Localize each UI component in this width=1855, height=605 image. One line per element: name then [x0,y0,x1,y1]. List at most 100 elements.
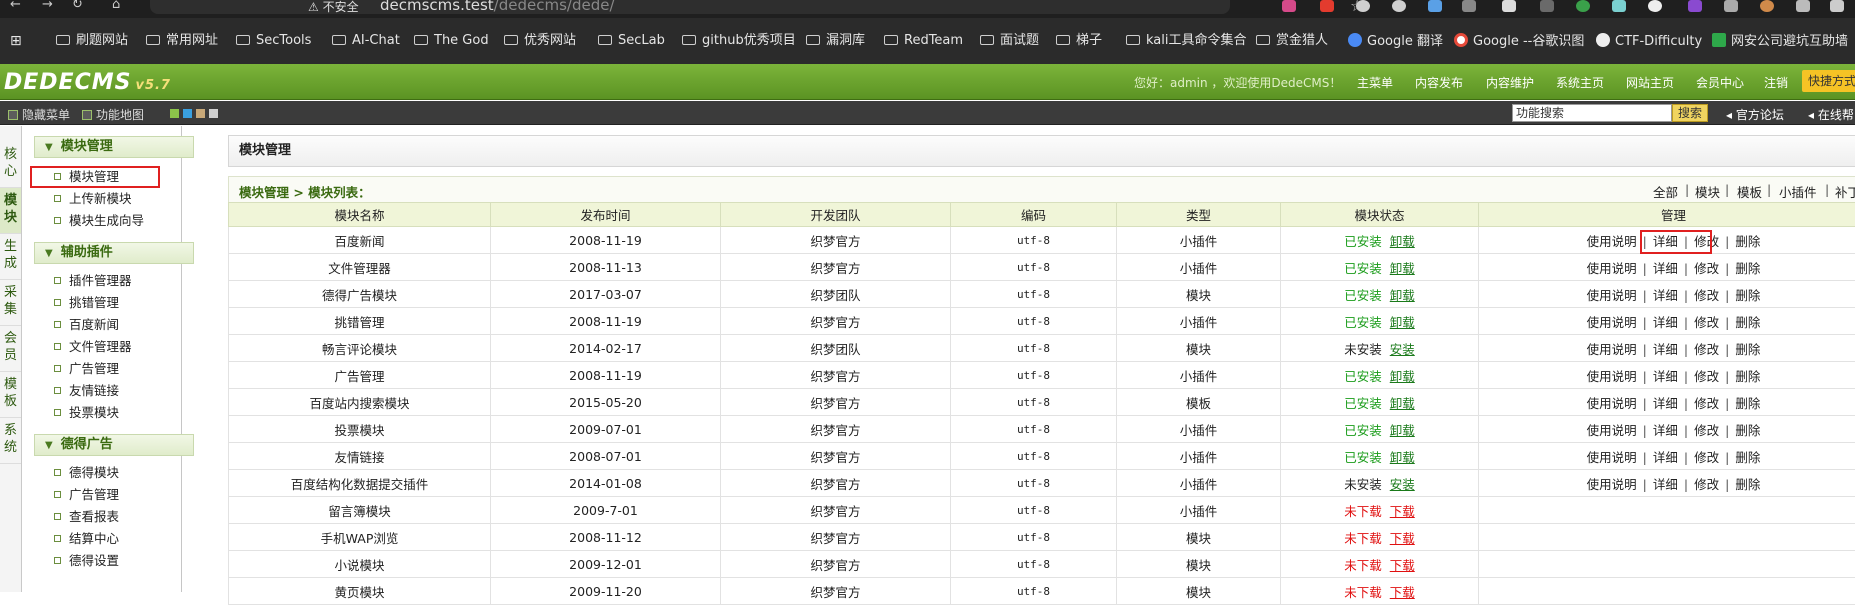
status-action-link[interactable]: 下载 [1390,558,1415,573]
extension-icon[interactable] [1796,0,1810,12]
skin-swatch[interactable] [183,109,192,118]
manage-delete-link[interactable]: 删除 [1735,342,1760,357]
menu-item[interactable]: 德得设置 [54,552,119,570]
menu-item[interactable]: 文件管理器 [54,338,132,356]
filter-plugin[interactable]: 小插件 [1779,182,1817,201]
manage-readme-link[interactable]: 使用说明 [1587,234,1637,249]
bookmark-folder[interactable]: AI-Chat [332,33,400,49]
status-action-link[interactable]: 卸载 [1390,423,1415,438]
manage-edit-link[interactable]: 修改 [1694,477,1719,492]
status-action-link[interactable]: 下载 [1390,504,1415,519]
menu-item-upload-module[interactable]: 上传新模块 [54,190,132,208]
bookmark-link[interactable]: Google --谷歌识图 [1454,33,1584,49]
manage-readme-link[interactable]: 使用说明 [1587,423,1637,438]
manage-readme-link[interactable]: 使用说明 [1587,369,1637,384]
manage-edit-link[interactable]: 修改 [1694,423,1719,438]
status-action-link[interactable]: 卸载 [1390,450,1415,465]
manage-readme-link[interactable]: 使用说明 [1587,450,1637,465]
nav-main-menu[interactable]: 主菜单 [1357,74,1393,91]
site-map-button[interactable]: 功能地图 [82,106,144,123]
manage-readme-link[interactable]: 使用说明 [1587,396,1637,411]
nav-publish[interactable]: 内容发布 [1415,74,1463,91]
apps-grid-icon[interactable]: ⊞ [10,33,22,49]
extension-icon[interactable] [1428,0,1442,12]
nav-member-center[interactable]: 会员中心 [1696,74,1744,91]
manage-delete-link[interactable]: 删除 [1735,450,1760,465]
nav-maintain[interactable]: 内容维护 [1486,74,1534,91]
manage-readme-link[interactable]: 使用说明 [1587,261,1637,276]
status-action-link[interactable]: 卸载 [1390,315,1415,330]
manage-readme-link[interactable]: 使用说明 [1587,288,1637,303]
manage-detail-link[interactable]: 详细 [1653,369,1678,384]
manage-edit-link[interactable]: 修改 [1694,342,1719,357]
extension-icon[interactable] [1356,0,1370,12]
manage-detail-link[interactable]: 详细 [1653,450,1678,465]
extension-icon[interactable] [1612,0,1626,12]
menu-group-title[interactable]: ▼辅助插件 [34,242,194,264]
manage-detail-link[interactable]: 详细 [1653,396,1678,411]
nav-site-home[interactable]: 网站主页 [1626,74,1674,91]
skin-swatch[interactable] [196,109,205,118]
filter-patch[interactable]: 补丁 [1835,182,1855,201]
extension-icon[interactable] [1282,0,1296,12]
status-action-link[interactable]: 卸载 [1390,288,1415,303]
bookmark-folder[interactable]: 优秀网站 [504,33,576,49]
filter-all[interactable]: 全部 [1653,182,1678,201]
bookmark-folder[interactable]: 面试题 [980,33,1039,49]
tab-template[interactable]: 模板 [0,372,21,418]
extension-icon[interactable] [1760,0,1774,12]
tab-generate[interactable]: 生成 [0,234,21,280]
manage-edit-link[interactable]: 修改 [1694,450,1719,465]
menu-item[interactable]: 插件管理器 [54,272,132,290]
manage-readme-link[interactable]: 使用说明 [1587,342,1637,357]
back-icon[interactable]: ← [10,0,21,14]
extension-icon[interactable] [1830,0,1844,12]
bookmark-folder[interactable]: 赏金猎人 [1256,33,1328,49]
status-action-link[interactable]: 卸载 [1390,234,1415,249]
bookmark-folder[interactable]: 刷题网站 [56,33,128,49]
tab-system[interactable]: 系统 [0,418,21,464]
online-help-link[interactable]: ◂ 在线帮 [1808,106,1854,123]
url-field[interactable]: ⚠ 不安全 decmscms.test/dedecms/dede/ ☆ [150,0,1230,14]
manage-edit-link[interactable]: 修改 [1694,261,1719,276]
nav-system-home[interactable]: 系统主页 [1556,74,1604,91]
status-action-link[interactable]: 安装 [1390,477,1415,492]
extension-icon[interactable] [1320,0,1334,12]
bookmark-folder[interactable]: 漏洞库 [806,33,865,49]
bookmark-folder[interactable]: 梯子 [1056,33,1102,49]
filter-template[interactable]: 模板 [1737,182,1762,201]
manage-readme-link[interactable]: 使用说明 [1587,315,1637,330]
bookmark-folder[interactable]: RedTeam [884,33,963,49]
home-icon[interactable]: ⌂ [112,0,120,14]
extension-icon[interactable] [1540,0,1554,12]
extension-icon[interactable] [1502,0,1516,12]
bookmark-folder[interactable]: SecTools [236,33,311,49]
function-search-input[interactable]: 功能搜索 [1512,104,1672,122]
skin-swatch[interactable] [170,109,179,118]
menu-item[interactable]: 百度新闻 [54,316,119,334]
manage-delete-link[interactable]: 删除 [1735,315,1760,330]
status-action-link[interactable]: 下载 [1390,531,1415,546]
refresh-icon[interactable]: ↻ [72,0,83,14]
manage-delete-link[interactable]: 删除 [1735,234,1760,249]
bookmark-folder[interactable]: kali工具命令集合 [1126,33,1247,49]
manage-edit-link[interactable]: 修改 [1694,288,1719,303]
menu-item[interactable]: 德得模块 [54,464,119,482]
bookmark-folder[interactable]: 常用网址 [146,33,218,49]
manage-detail-link[interactable]: 详细 [1653,423,1678,438]
manage-detail-link[interactable]: 详细 [1653,288,1678,303]
status-action-link[interactable]: 卸载 [1390,369,1415,384]
bookmark-folder[interactable]: SecLab [598,33,665,49]
status-action-link[interactable]: 安装 [1390,342,1415,357]
manage-edit-link[interactable]: 修改 [1694,369,1719,384]
status-action-link[interactable]: 卸载 [1390,261,1415,276]
extension-icon[interactable] [1688,0,1702,12]
bookmark-link[interactable]: CTF-Difficulty [1596,33,1702,49]
status-action-link[interactable]: 卸载 [1390,396,1415,411]
manage-delete-link[interactable]: 删除 [1735,261,1760,276]
forward-icon[interactable]: → [42,0,53,14]
menu-item[interactable]: 投票模块 [54,404,119,422]
bookmark-link[interactable]: 网安公司避坑互助墙 [1712,33,1848,49]
menu-item-module-wizard[interactable]: 模块生成向导 [54,212,144,230]
bookmark-folder[interactable]: github优秀项目 [682,33,796,49]
